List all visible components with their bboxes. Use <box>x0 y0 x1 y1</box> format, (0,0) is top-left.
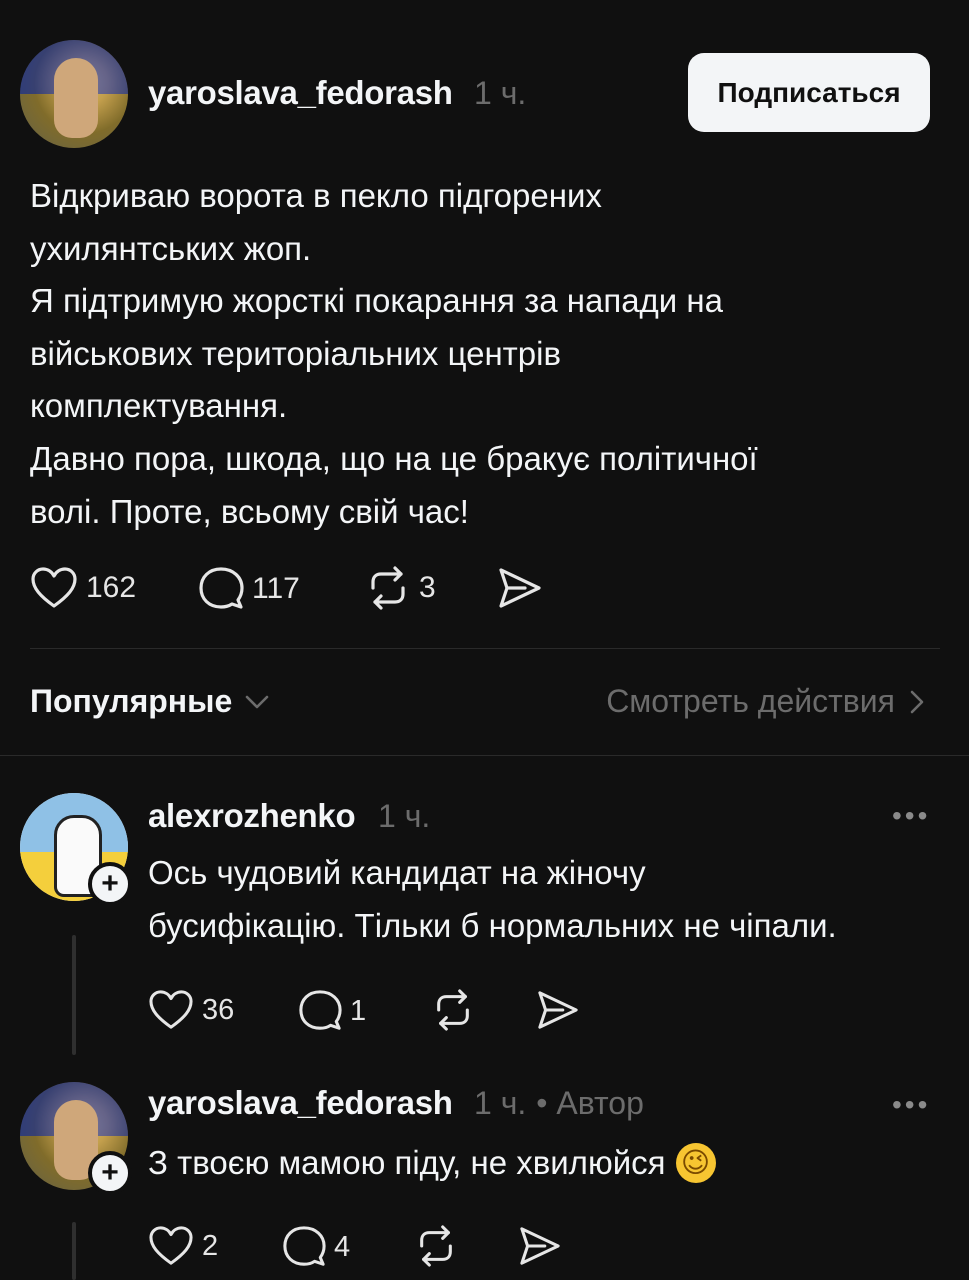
sort-label: Популярные <box>30 683 233 719</box>
wink-emoji: 😉 <box>675 1143 716 1184</box>
post-divider <box>30 648 940 649</box>
thread-line <box>72 935 76 1055</box>
like-count: 162 <box>86 571 137 604</box>
follow-plus-badge[interactable]: + <box>88 1151 132 1195</box>
share-icon <box>520 1227 560 1265</box>
reply-repost-button[interactable] <box>431 989 475 1031</box>
share-icon <box>499 568 541 608</box>
reply-like-button[interactable]: 2 <box>148 1225 218 1267</box>
reply-body-text: З твоєю мамою піду, не хвилюйся <box>148 1144 666 1181</box>
more-options-icon[interactable]: ••• <box>892 800 930 832</box>
thread-line <box>72 1222 76 1280</box>
follow-plus-badge[interactable]: + <box>88 862 132 906</box>
post-timestamp: 1 ч. <box>474 75 527 111</box>
comment-icon <box>283 1226 326 1266</box>
reply-timestamp: 1 ч. <box>378 798 431 834</box>
reply-body-text: Ось чудовий кандидат на жіночу бусифікац… <box>148 854 837 944</box>
reply-comment-button[interactable]: 1 <box>298 989 366 1033</box>
reply-share-button[interactable] <box>536 989 580 1031</box>
more-options-icon[interactable]: ••• <box>892 1089 930 1121</box>
repost-icon <box>437 989 469 1031</box>
reply-comment-count: 1 <box>350 994 367 1027</box>
reply-share-button[interactable] <box>518 1225 562 1267</box>
repost-count: 3 <box>419 571 436 604</box>
reply-comment-button[interactable]: 4 <box>282 1225 350 1269</box>
share-button[interactable] <box>497 566 543 610</box>
sort-dropdown[interactable]: Популярные <box>30 683 270 720</box>
heart-icon <box>149 990 193 1029</box>
heart-icon <box>31 567 77 608</box>
post-author-avatar[interactable] <box>20 40 128 148</box>
chevron-down-icon <box>245 695 269 708</box>
repost-button[interactable]: 3 <box>365 566 436 610</box>
reply-username[interactable]: yaroslava_fedorash <box>148 1084 453 1122</box>
view-activity-label: Смотреть действия <box>606 683 895 719</box>
comment-button[interactable]: 117 <box>198 566 300 612</box>
reply-like-count: 36 <box>202 993 235 1026</box>
view-activity-link[interactable]: Смотреть действия <box>606 683 925 720</box>
comment-count: 117 <box>252 572 300 605</box>
author-tag: • Автор <box>536 1085 644 1121</box>
like-button[interactable]: 162 <box>30 566 136 610</box>
share-icon <box>538 991 578 1029</box>
comment-icon <box>299 990 342 1030</box>
post-author-username[interactable]: yaroslava_fedorash <box>148 74 453 112</box>
repost-icon <box>371 566 405 610</box>
reply-repost-button[interactable] <box>414 1225 458 1267</box>
reply-timestamp: 1 ч. <box>474 1085 527 1121</box>
chevron-right-icon <box>910 690 924 713</box>
heart-icon <box>149 1226 193 1265</box>
reply-like-button[interactable]: 36 <box>148 989 234 1031</box>
comment-icon <box>199 567 244 609</box>
reply-like-count: 2 <box>202 1229 219 1262</box>
reply-username[interactable]: alexrozhenko <box>148 797 356 835</box>
repost-icon <box>420 1225 452 1267</box>
follow-button[interactable]: Подписаться <box>688 53 930 132</box>
section-divider <box>0 755 969 756</box>
post-body-text: Відкриваю ворота в пекло підгорених ухил… <box>30 177 758 530</box>
reply-comment-count: 4 <box>334 1230 351 1263</box>
